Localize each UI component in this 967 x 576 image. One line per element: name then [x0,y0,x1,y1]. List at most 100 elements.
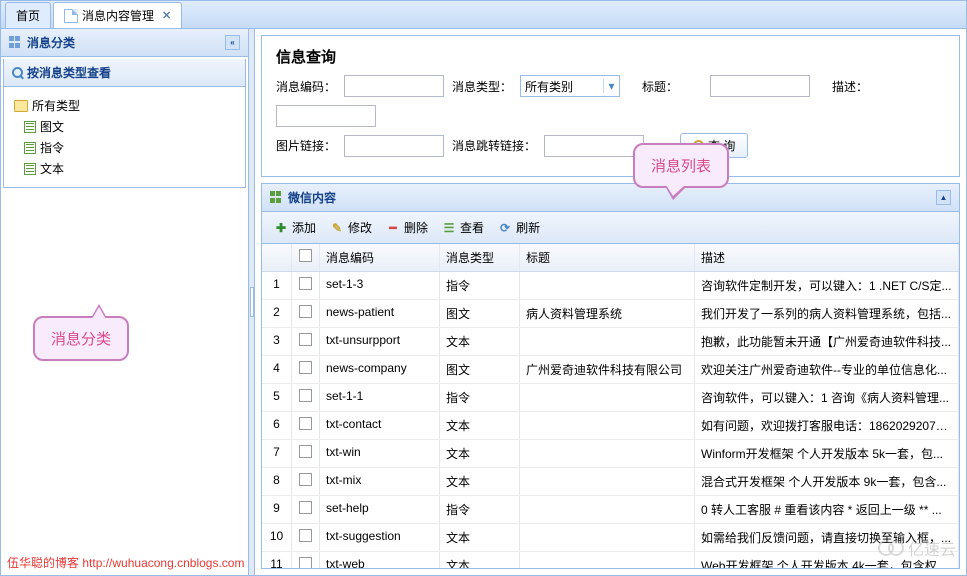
refresh-button[interactable]: ⟳刷新 [492,216,546,239]
callout-list: 消息列表 [633,143,729,188]
row-code: set-1-3 [320,272,440,299]
row-type: 图文 [440,356,520,383]
tree-title: 按消息类型查看 [27,64,111,81]
row-code: txt-win [320,440,440,467]
title-label: 标题： [642,78,702,95]
table-row[interactable]: 5set-1-1指令咨询软件，可以键入：1 咨询《病人资料管理... [262,384,959,412]
callout-text: 消息分类 [51,331,111,348]
tab-content-mgmt[interactable]: 消息内容管理 ✕ [53,2,182,28]
row-chk[interactable] [292,468,320,495]
close-icon[interactable]: ✕ [162,9,171,22]
row-chk[interactable] [292,524,320,551]
table-row[interactable]: 10txt-suggestion文本如需给我们反馈问题，请直接切换至输入框，..… [262,524,959,552]
desc-input[interactable] [276,105,376,127]
table-row[interactable]: 6txt-contact文本如有问题，欢迎拨打客服电话：18620292076.… [262,412,959,440]
row-num: 4 [262,356,292,383]
collapse-icon[interactable]: « [225,35,240,50]
add-button[interactable]: ✚添加 [268,216,322,239]
row-desc: 0 转人工客服 # 重看该内容 * 返回上一级 ** ... [695,496,959,523]
grid-columns: 消息编码 消息类型 标题 描述 [262,244,959,272]
col-num [262,244,292,271]
tree-item-text[interactable]: 文本 [14,158,235,179]
row-type: 文本 [440,440,520,467]
row-chk[interactable] [292,412,320,439]
file-icon [24,121,36,133]
row-desc: 咨询软件，可以键入：1 咨询《病人资料管理... [695,384,959,411]
col-code[interactable]: 消息编码 [320,244,440,271]
row-chk[interactable] [292,496,320,523]
grid-header-bar: 微信内容 ▲ [262,184,959,212]
type-label: 消息类型： [452,78,512,95]
table-row[interactable]: 2news-patient图文病人资料管理系统我们开发了一系列的病人资料管理系统… [262,300,959,328]
footer-link[interactable]: http://wuhuacong.cnblogs.com [82,556,244,570]
grid-body: 1set-1-3指令咨询软件定制开发，可以键入：1 .NET C/S定...2n… [262,272,959,568]
row-title [520,384,695,411]
collapse-icon[interactable]: ▲ [936,190,951,205]
tab-home[interactable]: 首页 [5,2,51,28]
folder-icon [14,100,28,112]
grid-toolbar: ✚添加 ✎修改 ━删除 ☰查看 ⟳刷新 [262,212,959,244]
row-num: 3 [262,328,292,355]
row-title [520,524,695,551]
row-code: txt-contact [320,412,440,439]
table-row[interactable]: 8txt-mix文本混合式开发框架 个人开发版本 9k一套，包含... [262,468,959,496]
callout-text: 消息列表 [651,158,711,175]
table-row[interactable]: 7txt-win文本Winform开发框架 个人开发版本 5k一套，包... [262,440,959,468]
row-title [520,552,695,568]
row-title [520,328,695,355]
table-row[interactable]: 1set-1-3指令咨询软件定制开发，可以键入：1 .NET C/S定... [262,272,959,300]
file-icon [24,142,36,154]
row-type: 文本 [440,328,520,355]
row-chk[interactable] [292,272,320,299]
jump-input[interactable] [544,135,644,157]
title-input[interactable] [710,75,810,97]
edit-button[interactable]: ✎修改 [324,216,378,239]
callout-category: 消息分类 [33,316,129,361]
row-chk[interactable] [292,300,320,327]
row-type: 文本 [440,552,520,568]
table-row[interactable]: 9set-help指令0 转人工客服 # 重看该内容 * 返回上一级 ** ..… [262,496,959,524]
col-title[interactable]: 标题 [520,244,695,271]
refresh-label: 刷新 [516,219,540,236]
row-title [520,496,695,523]
row-chk[interactable] [292,356,320,383]
row-chk[interactable] [292,384,320,411]
row-type: 文本 [440,412,520,439]
watermark-text: 亿速云 [908,536,956,560]
row-code: news-company [320,356,440,383]
col-desc[interactable]: 描述 [695,244,959,271]
tab-home-label: 首页 [16,7,40,24]
row-type: 指令 [440,384,520,411]
row-title [520,412,695,439]
tab-strip: 首页 消息内容管理 ✕ [1,1,966,29]
tree-item-command[interactable]: 指令 [14,137,235,158]
row-chk[interactable] [292,328,320,355]
grid-panel: 微信内容 ▲ ✚添加 ✎修改 ━删除 ☰查看 ⟳刷新 消息编码 消息类型 标题 … [261,183,960,569]
tree-item-news[interactable]: 图文 [14,116,235,137]
view-button[interactable]: ☰查看 [436,216,490,239]
row-code: txt-suggestion [320,524,440,551]
row-type: 指令 [440,496,520,523]
row-type: 文本 [440,524,520,551]
row-chk[interactable] [292,440,320,467]
row-title: 病人资料管理系统 [520,300,695,327]
col-chk[interactable] [292,244,320,271]
row-desc: Winform开发框架 个人开发版本 5k一套，包... [695,440,959,467]
img-input[interactable] [344,135,444,157]
add-label: 添加 [292,219,316,236]
row-type: 文本 [440,468,520,495]
code-input[interactable] [344,75,444,97]
col-type[interactable]: 消息类型 [440,244,520,271]
row-chk[interactable] [292,552,320,568]
watermark: 亿速云 [884,536,956,560]
tree-label: 指令 [40,139,64,156]
delete-button[interactable]: ━删除 [380,216,434,239]
table-row[interactable]: 11txt-web文本Web开发框架 个人开发版本 4k一套，包含权... [262,552,959,568]
row-desc: 欢迎关注广州爱奇迪软件--专业的单位信息化... [695,356,959,383]
tree-item-all[interactable]: 所有类型 [14,95,235,116]
table-row[interactable]: 3txt-unsurpport文本抱歉，此功能暂未开通【广州爱奇迪软件科技... [262,328,959,356]
row-num: 10 [262,524,292,551]
table-row[interactable]: 4news-company图文广州爱奇迪软件科技有限公司欢迎关注广州爱奇迪软件-… [262,356,959,384]
tree-header[interactable]: 按消息类型查看 [4,59,245,87]
type-combo[interactable]: 所有类别 ▾ [520,75,620,97]
